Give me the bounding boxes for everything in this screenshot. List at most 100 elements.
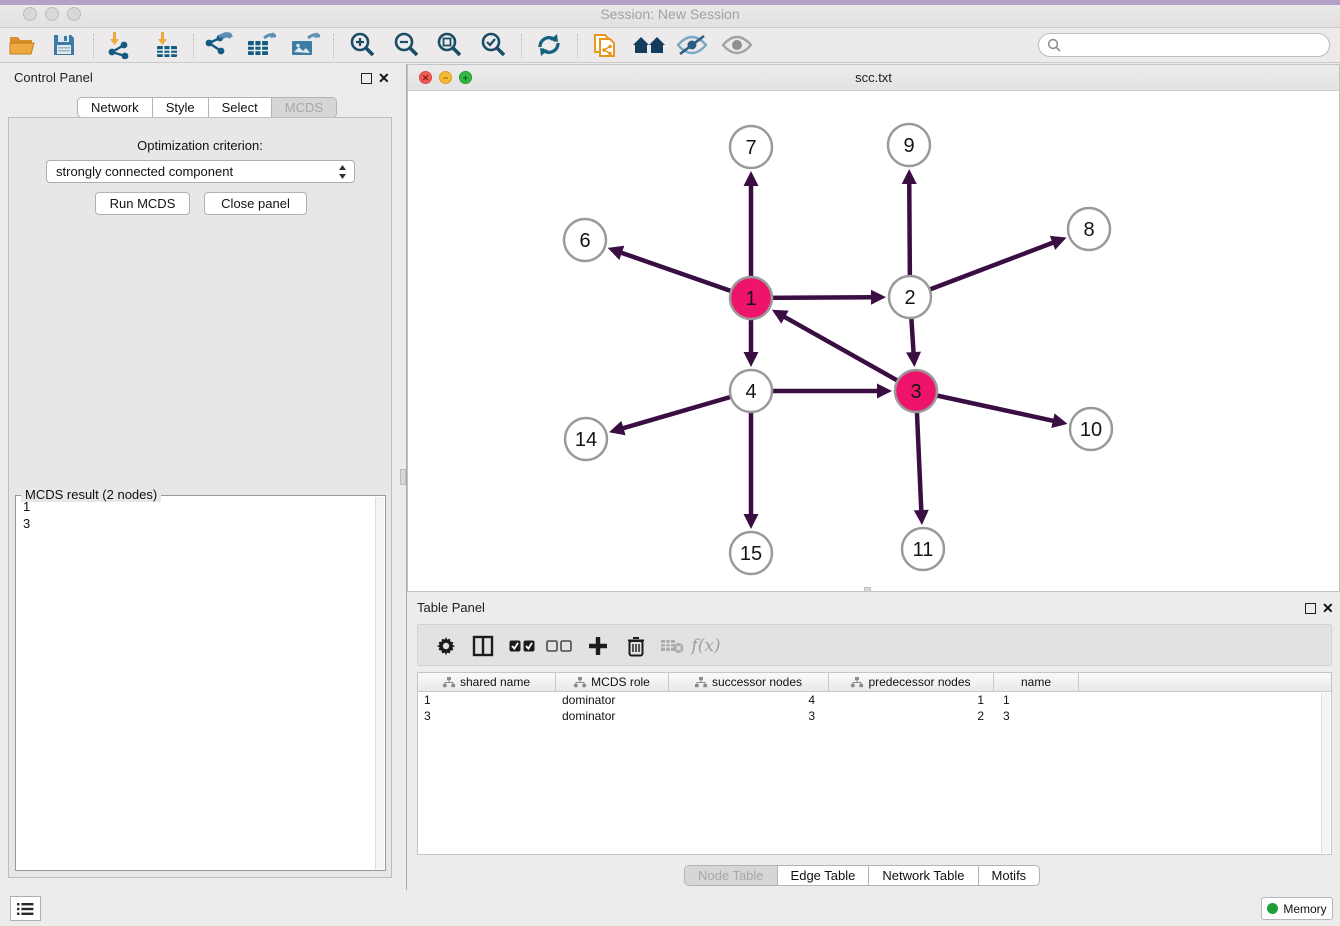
criterion-dropdown[interactable]: strongly connected component	[46, 160, 355, 183]
graph-node-label: 11	[913, 539, 934, 561]
graph-node-label: 2	[904, 287, 915, 309]
mcds-result-list: 1 3	[16, 498, 385, 532]
network-graph[interactable]: 7968124314101511	[408, 91, 1339, 591]
zoom-fit-icon[interactable]	[432, 30, 466, 60]
close-panel-icon[interactable]: ✕	[378, 70, 390, 87]
graph-node-label: 10	[1080, 419, 1102, 441]
edge-arrowhead-icon	[744, 352, 759, 367]
mcds-result-item: 1	[16, 498, 385, 515]
toolbar-separator	[93, 34, 94, 58]
control-panel-tabs: Network Style Select MCDS	[77, 97, 337, 118]
panel-splitter[interactable]	[400, 64, 407, 890]
tab-network[interactable]: Network	[78, 98, 153, 117]
canvas-resize-grip[interactable]	[864, 587, 871, 592]
optimization-criterion-label: Optimization criterion:	[9, 138, 391, 153]
graph-node-label: 7	[745, 137, 756, 159]
import-table-icon[interactable]	[149, 30, 183, 60]
table-panel-header: Table Panel ✕	[407, 594, 1340, 622]
graph-edge[interactable]	[910, 242, 1054, 297]
export-image-icon[interactable]	[288, 30, 322, 60]
network-window-titlebar[interactable]: ✕ − + scc.txt	[408, 65, 1339, 91]
function-builder-icon[interactable]: f(x)	[690, 630, 722, 662]
float-panel-icon[interactable]	[361, 73, 372, 84]
hide-selected-icon[interactable]	[675, 30, 709, 60]
mcds-result-box: MCDS result (2 nodes) 1 3	[15, 495, 386, 871]
table-scrollbar[interactable]	[1321, 693, 1330, 853]
tab-node-table[interactable]: Node Table	[685, 866, 778, 885]
column-header[interactable]: shared name	[418, 673, 556, 691]
show-columns-icon[interactable]	[467, 630, 499, 662]
zoom-out-icon[interactable]	[389, 30, 423, 60]
edge-arrowhead-icon	[744, 514, 759, 529]
app-titlebar: Session: New Session	[0, 0, 1340, 28]
tab-network-table[interactable]: Network Table	[869, 866, 978, 885]
window-title: Session: New Session	[0, 6, 1340, 22]
new-network-from-selection-icon[interactable]	[588, 30, 622, 60]
graph-edge[interactable]	[783, 316, 916, 391]
first-neighbors-icon[interactable]	[632, 30, 666, 60]
list-icon	[17, 902, 34, 916]
edge-arrowhead-icon	[609, 421, 625, 435]
table-header-row: shared name MCDS role successor nodes pr…	[418, 673, 1331, 692]
close-panel-button[interactable]: Close panel	[204, 192, 307, 215]
mcds-result-scrollbar[interactable]	[375, 497, 384, 869]
export-table-icon[interactable]	[244, 30, 278, 60]
column-header[interactable]: MCDS role	[556, 673, 669, 691]
edge-arrowhead-icon	[914, 510, 929, 525]
titlebar-accent	[0, 0, 1340, 5]
node-table[interactable]: shared name MCDS role successor nodes pr…	[417, 672, 1332, 855]
graph-node-label: 8	[1083, 219, 1094, 241]
select-all-columns-icon[interactable]	[506, 630, 538, 662]
search-icon	[1047, 38, 1061, 52]
mcds-panel: Optimization criterion: strongly connect…	[8, 117, 392, 878]
search-field[interactable]	[1038, 33, 1330, 57]
zoom-selected-icon[interactable]	[476, 30, 510, 60]
control-panel: Control Panel ✕ Network Style Select MCD…	[0, 64, 400, 890]
refresh-layout-icon[interactable]	[532, 30, 566, 60]
delete-table-icon[interactable]	[656, 630, 688, 662]
column-header[interactable]: name	[994, 673, 1079, 691]
network-canvas[interactable]: 7968124314101511	[408, 91, 1339, 591]
graph-node-label: 3	[910, 381, 921, 403]
memory-label: Memory	[1283, 902, 1326, 916]
table-options-icon[interactable]	[430, 630, 462, 662]
column-header[interactable]: successor nodes	[669, 673, 829, 691]
tab-motifs[interactable]: Motifs	[979, 866, 1040, 885]
status-bar: Memory	[0, 890, 1340, 926]
edge-arrowhead-icon	[1051, 413, 1067, 428]
toolbar-separator	[521, 34, 522, 58]
edge-arrowhead-icon	[744, 171, 759, 186]
zoom-in-icon[interactable]	[345, 30, 379, 60]
list-mapping-icon	[574, 677, 586, 688]
graph-node-label: 6	[579, 230, 590, 252]
toolbar-separator	[333, 34, 334, 58]
tab-select[interactable]: Select	[209, 98, 272, 117]
edge-arrowhead-icon	[877, 384, 892, 399]
column-header[interactable]: predecessor nodes	[829, 673, 994, 691]
import-network-icon[interactable]	[101, 30, 135, 60]
float-table-panel-icon[interactable]	[1305, 603, 1316, 614]
close-table-panel-icon[interactable]: ✕	[1322, 600, 1334, 617]
table-row[interactable]: 1 dominator 4 1 1	[418, 692, 1331, 708]
add-row-icon[interactable]	[582, 630, 614, 662]
splitter-grip[interactable]	[400, 469, 406, 485]
search-input[interactable]	[1065, 38, 1329, 53]
edge-arrowhead-icon	[902, 169, 917, 184]
memory-button[interactable]: Memory	[1261, 897, 1333, 920]
control-panel-header: Control Panel ✕	[0, 64, 400, 92]
graph-node-label: 1	[745, 288, 756, 310]
tab-edge-table[interactable]: Edge Table	[778, 866, 870, 885]
tab-mcds[interactable]: MCDS	[272, 98, 336, 117]
export-network-icon[interactable]	[201, 30, 235, 60]
open-session-icon[interactable]	[5, 30, 39, 60]
show-panels-button[interactable]	[10, 896, 41, 921]
show-all-icon[interactable]	[720, 30, 754, 60]
graph-node-label: 4	[745, 381, 756, 403]
criterion-value: strongly connected component	[56, 164, 233, 179]
tab-style[interactable]: Style	[153, 98, 209, 117]
run-mcds-button[interactable]: Run MCDS	[95, 192, 190, 215]
unselect-all-columns-icon[interactable]	[543, 630, 575, 662]
table-row[interactable]: 3 dominator 3 2 3	[418, 708, 1331, 724]
delete-row-icon[interactable]	[620, 630, 652, 662]
save-session-icon[interactable]	[47, 30, 81, 60]
